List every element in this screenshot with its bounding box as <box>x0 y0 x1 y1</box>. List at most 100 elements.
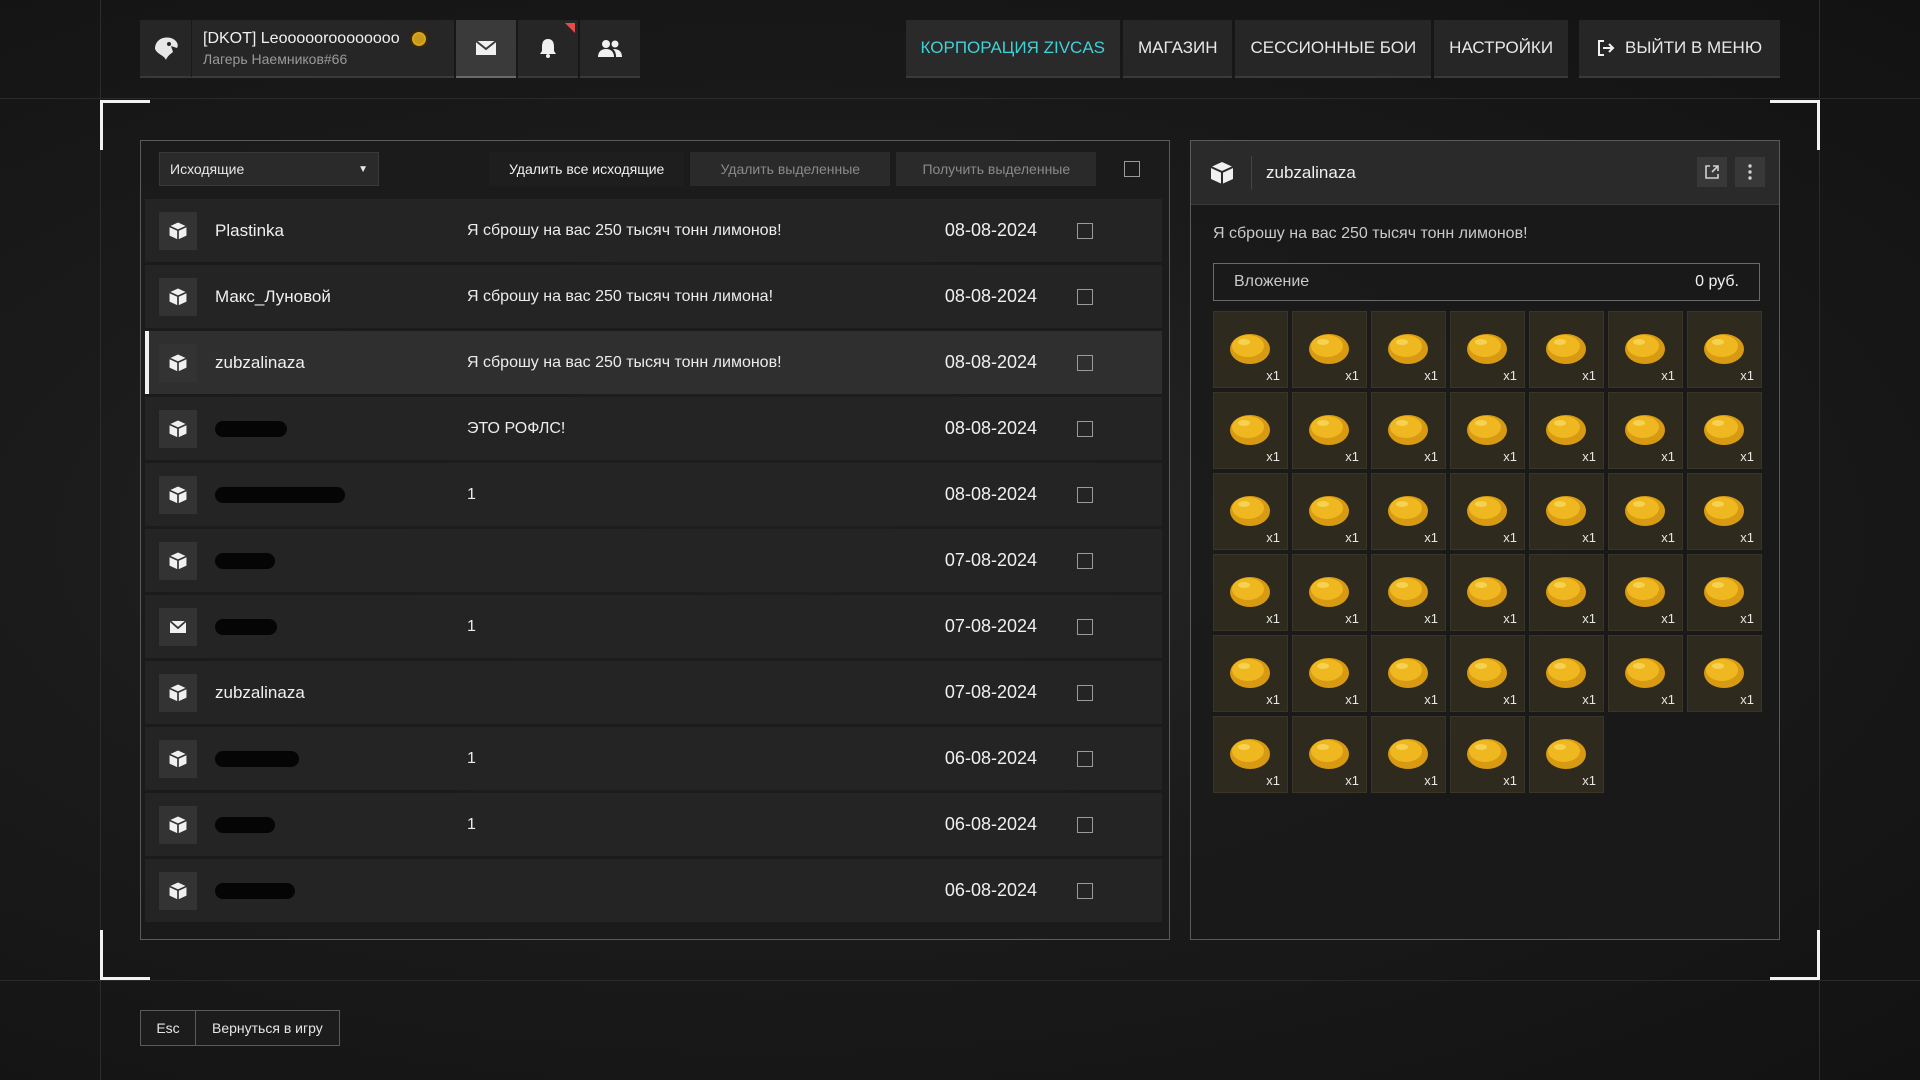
mail-row[interactable]: ЭТО РОФЛС! 08-08-2024 <box>145 397 1162 460</box>
mail-row-checkbox[interactable] <box>1077 552 1093 569</box>
return-to-game-bar[interactable]: Esc Вернуться в игру <box>140 1010 340 1046</box>
attachment-item[interactable]: x1 <box>1529 716 1604 793</box>
item-quantity: x1 <box>1740 611 1754 626</box>
mail-row-checkbox[interactable] <box>1077 750 1093 767</box>
attachment-item[interactable]: x1 <box>1529 473 1604 550</box>
friends-button[interactable] <box>580 20 640 78</box>
attachment-item[interactable]: x1 <box>1292 554 1367 631</box>
attachment-item[interactable]: x1 <box>1687 392 1762 469</box>
delete-all-outgoing-button[interactable]: Удалить все исходящие <box>489 152 685 186</box>
attachment-item[interactable]: x1 <box>1292 311 1367 388</box>
lemon-icon <box>1230 496 1270 526</box>
attachment-item[interactable]: x1 <box>1608 311 1683 388</box>
open-external-button[interactable] <box>1697 157 1727 187</box>
nav-settings[interactable]: НАСТРОЙКИ <box>1434 20 1569 78</box>
mail-button[interactable] <box>456 20 516 78</box>
attachment-item[interactable]: x1 <box>1371 392 1446 469</box>
attachment-item[interactable]: x1 <box>1213 716 1288 793</box>
attachment-item[interactable]: x1 <box>1450 635 1525 712</box>
attachment-item[interactable]: x1 <box>1450 311 1525 388</box>
lemon-icon <box>1230 334 1270 364</box>
mail-date: 06-08-2024 <box>944 814 1037 834</box>
attachment-item[interactable]: x1 <box>1450 392 1525 469</box>
mail-row[interactable]: 06-08-2024 <box>145 859 1162 922</box>
mail-row[interactable]: 07-08-2024 <box>145 529 1162 592</box>
attachment-item[interactable]: x1 <box>1292 635 1367 712</box>
mail-row-checkbox[interactable] <box>1077 816 1093 833</box>
attachment-item[interactable]: x1 <box>1213 554 1288 631</box>
attachment-item[interactable]: x1 <box>1450 473 1525 550</box>
attachment-item[interactable]: x1 <box>1687 554 1762 631</box>
nav-corporation[interactable]: КОРПОРАЦИЯ ZIVCAS <box>905 20 1120 78</box>
select-all-checkbox[interactable] <box>1124 161 1141 177</box>
mail-row-checkbox[interactable] <box>1077 486 1093 503</box>
mail-subject: Я сброшу на вас 250 тысяч тонн лимонов! <box>467 221 782 239</box>
lemon-icon <box>1388 496 1428 526</box>
notifications-button[interactable] <box>518 20 578 78</box>
mail-row[interactable]: Макс_Луновой Я сброшу на вас 250 тысяч то… <box>145 265 1162 328</box>
attachment-item[interactable]: x1 <box>1529 311 1604 388</box>
mail-row[interactable]: 1 07-08-2024 <box>145 595 1162 658</box>
mail-row-checkbox[interactable] <box>1077 618 1093 635</box>
mail-date: 08-08-2024 <box>944 352 1037 372</box>
attachment-item[interactable]: x1 <box>1292 392 1367 469</box>
lemon-icon <box>1230 739 1270 769</box>
lemon-icon <box>1546 739 1586 769</box>
delete-selected-button[interactable]: Удалить выделенные <box>690 152 891 186</box>
attachment-item[interactable]: x1 <box>1213 635 1288 712</box>
attachment-item[interactable]: x1 <box>1371 635 1446 712</box>
attachment-item[interactable]: x1 <box>1529 392 1604 469</box>
lemon-icon <box>1704 496 1744 526</box>
exit-to-menu-button[interactable]: ВЫЙТИ В МЕНЮ <box>1579 20 1780 78</box>
mail-row-checkbox[interactable] <box>1077 222 1093 239</box>
attachment-item[interactable]: x1 <box>1608 473 1683 550</box>
package-icon <box>159 475 197 514</box>
more-options-button[interactable] <box>1735 157 1765 187</box>
attachment-item[interactable]: x1 <box>1529 635 1604 712</box>
attachment-item[interactable]: x1 <box>1687 635 1762 712</box>
attachment-item[interactable]: x1 <box>1371 716 1446 793</box>
mail-row-checkbox[interactable] <box>1077 882 1093 899</box>
mail-row-checkbox[interactable] <box>1077 420 1093 437</box>
attachment-item[interactable]: x1 <box>1213 311 1288 388</box>
mail-list-panel: Исходящие ▼ Удалить все исходящие Удалит… <box>140 140 1170 940</box>
lemon-icon <box>1625 658 1665 688</box>
player-clan: Лагерь Наемников#66 <box>203 50 348 67</box>
profile-card[interactable]: [DKOT] Leoooooroooooooo Лагерь Наемников… <box>140 19 454 78</box>
attachment-item[interactable]: x1 <box>1371 311 1446 388</box>
attachment-item[interactable]: x1 <box>1213 392 1288 469</box>
mail-row-checkbox[interactable] <box>1077 684 1093 701</box>
attachment-item[interactable]: x1 <box>1608 392 1683 469</box>
lemon-icon <box>1467 577 1507 607</box>
mail-row[interactable]: zubzalinaza 07-08-2024 <box>145 661 1162 724</box>
attachment-item[interactable]: x1 <box>1608 635 1683 712</box>
attachment-item[interactable]: x1 <box>1371 473 1446 550</box>
attachment-item[interactable]: x1 <box>1687 311 1762 388</box>
attachment-item[interactable]: x1 <box>1450 554 1525 631</box>
nav-session-battles[interactable]: СЕССИОННЫЕ БОИ <box>1235 20 1432 78</box>
mail-row[interactable]: 1 08-08-2024 <box>145 463 1162 526</box>
attachment-item[interactable]: x1 <box>1529 554 1604 631</box>
mail-row[interactable]: 1 06-08-2024 <box>145 793 1162 856</box>
mail-sender <box>197 612 467 642</box>
attachment-item[interactable]: x1 <box>1687 473 1762 550</box>
attachment-item[interactable]: x1 <box>1213 473 1288 550</box>
mail-row[interactable]: zubzalinaza Я сброшу на вас 250 тысяч тон… <box>145 331 1162 394</box>
lemon-icon <box>1309 739 1349 769</box>
attachment-item[interactable]: x1 <box>1608 554 1683 631</box>
attachment-item[interactable]: x1 <box>1292 716 1367 793</box>
folder-dropdown[interactable]: Исходящие ▼ <box>159 152 379 186</box>
mail-detail-header: zubzalinaza <box>1191 141 1779 205</box>
attachment-item[interactable]: x1 <box>1450 716 1525 793</box>
mail-row[interactable]: 1 06-08-2024 <box>145 727 1162 790</box>
attachment-item[interactable]: x1 <box>1371 554 1446 631</box>
return-to-game-button[interactable]: Вернуться в игру <box>196 1011 339 1045</box>
nav-shop[interactable]: МАГАЗИН <box>1123 20 1233 78</box>
mail-row-checkbox[interactable] <box>1077 354 1093 371</box>
receive-selected-button[interactable]: Получить выделенные <box>896 152 1097 186</box>
mail-row-checkbox[interactable] <box>1077 288 1093 305</box>
item-quantity: x1 <box>1661 692 1675 707</box>
lemon-icon <box>1309 577 1349 607</box>
attachment-item[interactable]: x1 <box>1292 473 1367 550</box>
mail-row[interactable]: Plastinka Я сброшу на вас 250 тысяч тонн … <box>145 199 1162 262</box>
